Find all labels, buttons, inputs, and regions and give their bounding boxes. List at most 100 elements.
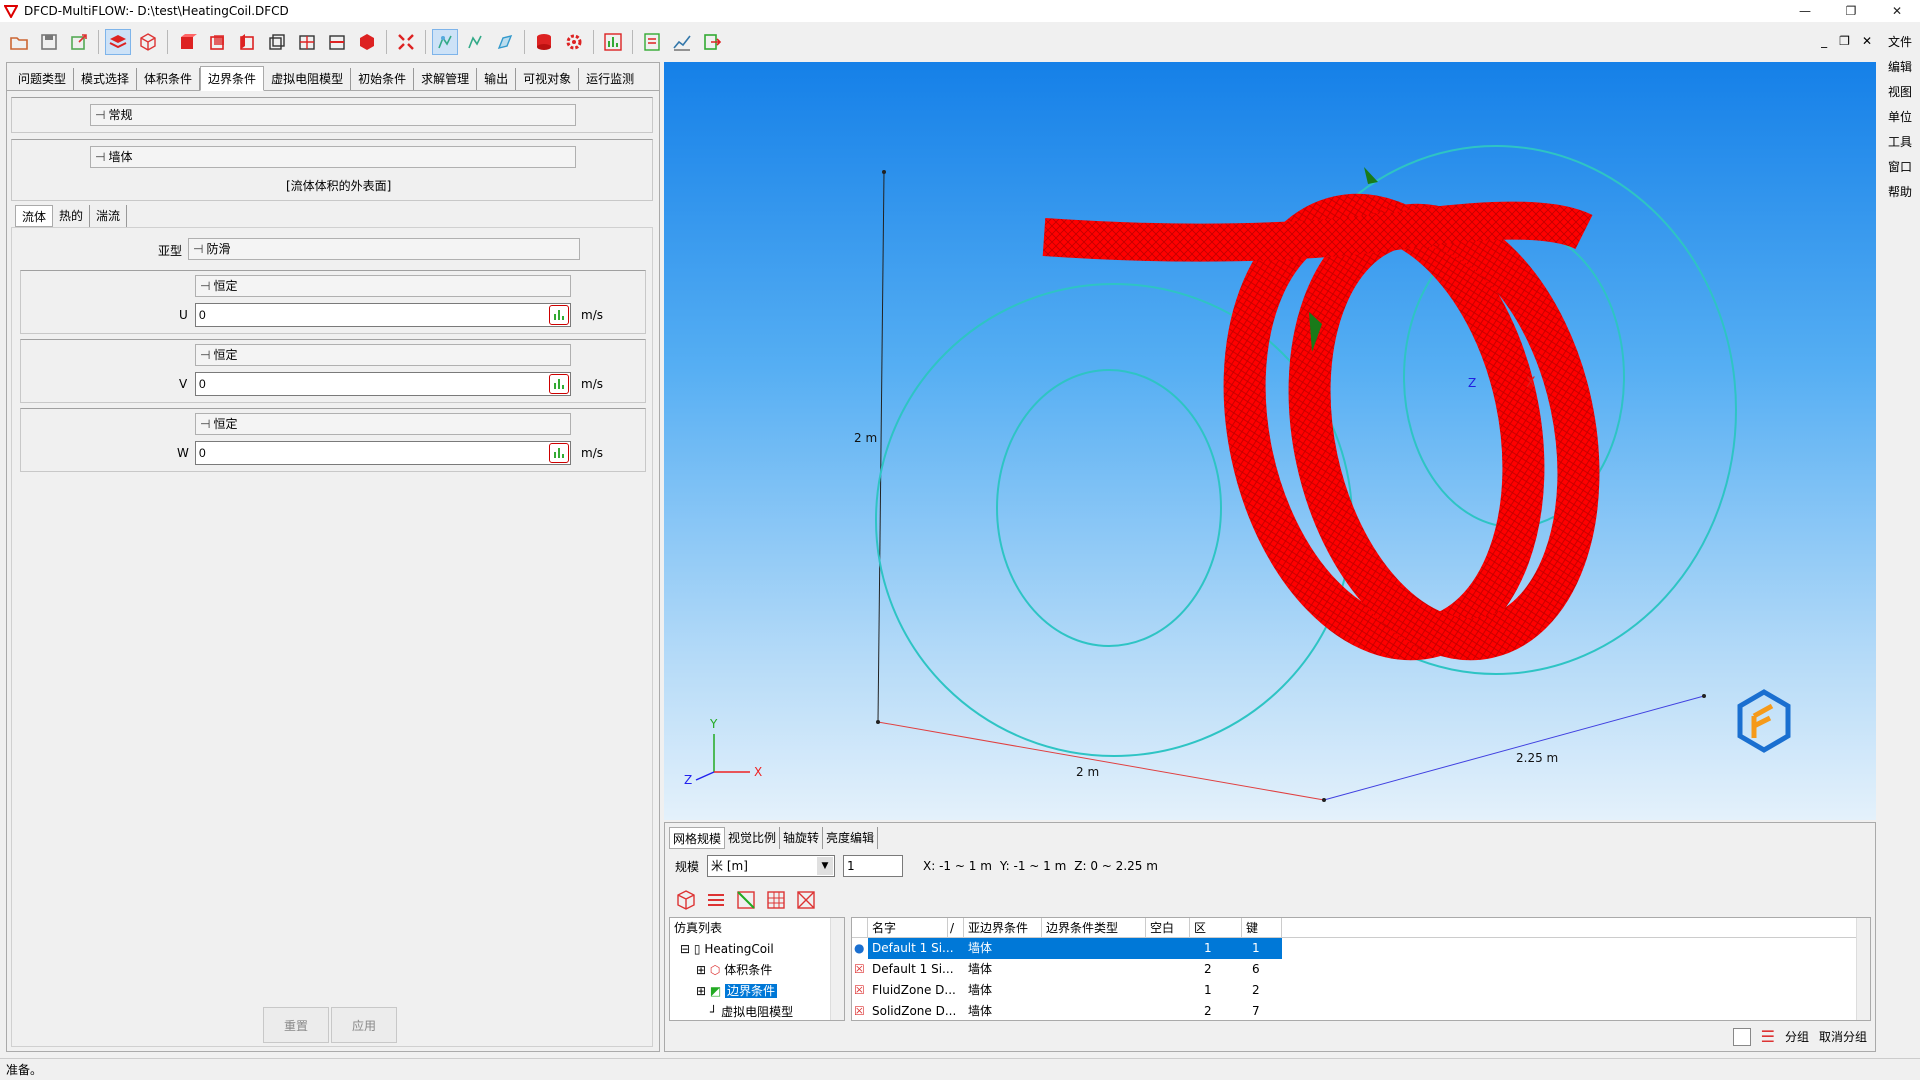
open-icon[interactable] [6,29,32,55]
tab-boundary-conditions[interactable]: 边界条件 [200,66,265,91]
tab-run-monitor[interactable]: 运行监测 [579,68,641,90]
reset-button[interactable]: 重置 [263,1007,329,1043]
subtype-label: 亚型 [158,244,183,258]
tab-visual-objects[interactable]: 可视对象 [516,68,580,90]
restore-button[interactable]: ❐ [1828,0,1874,22]
table-row[interactable]: ● Default 1 Si... 墙体 1 1 [852,938,1870,959]
sub-tab-bar: 流体 热的 湍流 [15,205,128,227]
database-icon[interactable] [531,29,557,55]
minimize-button[interactable]: — [1782,0,1828,22]
scale-value-input[interactable]: 1 [843,855,904,877]
fit-view-icon[interactable] [393,29,419,55]
mdi-restore-button[interactable]: ❐ [1839,34,1850,48]
tab-virtual-resistance[interactable]: 虚拟电阻模型 [264,68,352,90]
3d-viewport[interactable]: 2 m 2 m 2.25 m X Z Y X Z [664,62,1876,820]
subtab-fluid[interactable]: 流体 [15,205,54,227]
tab-volume-conditions[interactable]: 体积条件 [137,68,201,90]
cube-grid-icon[interactable] [294,29,320,55]
col-blank[interactable]: 空白 [1146,918,1190,937]
subtab-thermal[interactable]: 热的 [53,205,91,227]
menu-tools[interactable]: 工具 [1888,130,1912,155]
tab-initial-conditions[interactable]: 初始条件 [351,68,415,90]
bbox-x-line [877,721,1325,801]
gear-icon[interactable] [561,29,587,55]
solid-cube-icon[interactable] [354,29,380,55]
cube-outline-icon[interactable] [135,29,161,55]
col-sub-boundary[interactable]: 亚边界条件 [964,918,1042,937]
menu-file[interactable]: 文件 [1888,30,1912,55]
tab-brightness[interactable]: 亮度编辑 [823,827,879,849]
tab-solver-management[interactable]: 求解管理 [414,68,478,90]
tree-item-volume[interactable]: ⊞ ⬡ 体积条件 [670,960,844,981]
group-button[interactable]: 分组 [1785,1028,1809,1045]
apply-button[interactable]: 应用 [331,1007,397,1043]
wall-combo[interactable]: ⊣ 墙体 [90,146,576,168]
general-combo[interactable]: ⊣ 常规 [90,104,576,126]
w-mode-combo[interactable]: ⊣ 恒定 [195,413,571,435]
table-row[interactable]: ☒ Default 1 Si... 墙体 2 6 [852,959,1870,980]
cube-side-icon[interactable] [234,29,260,55]
select-edge-icon[interactable] [462,29,488,55]
single-view-icon[interactable] [1732,1027,1751,1046]
menu-window[interactable]: 窗口 [1888,155,1912,180]
cube-wire-icon[interactable] [264,29,290,55]
u-mode-combo[interactable]: ⊣ 恒定 [195,275,571,297]
menu-units[interactable]: 单位 [1888,105,1912,130]
v-mode-combo[interactable]: ⊣ 恒定 [195,344,571,366]
red-cube-icon[interactable] [174,29,200,55]
col-name[interactable]: 名字 [868,918,948,937]
v-chart-icon[interactable] [549,374,569,394]
close-button[interactable]: ✕ [1874,0,1920,22]
boundary-icon: ◩ [709,984,722,998]
tab-axis-rotation[interactable]: 轴旋转 [780,827,824,849]
cross-box-icon[interactable] [795,889,817,911]
export-icon[interactable] [66,29,92,55]
subtype-combo[interactable]: ⊣ 防滑 [188,238,580,260]
col-boundary-type[interactable]: 边界条件类型 [1042,918,1146,937]
tab-grid-scale[interactable]: 网格规模 [669,827,726,849]
u-value-input[interactable] [195,303,571,327]
tab-mode-select[interactable]: 模式选择 [74,68,138,90]
ungroup-button[interactable]: 取消分组 [1819,1028,1867,1045]
menu-view[interactable]: 视图 [1888,80,1912,105]
table-row[interactable]: ☒ SolidZone D... 墙体 2 7 [852,1001,1870,1020]
layers-list-icon[interactable] [705,889,727,911]
select-face-icon[interactable] [492,29,518,55]
boundary-icon[interactable] [735,889,757,911]
line-chart-icon[interactable] [669,29,695,55]
exit-icon[interactable] [699,29,725,55]
table-row[interactable]: ☒ FluidZone D... 墙体 1 2 [852,980,1870,1001]
tree-item-resistance[interactable]: ┘ 虚拟电阻模型 [670,1002,844,1020]
scale-unit-select[interactable]: 米 [m] ▼ [707,855,836,877]
save-icon[interactable] [36,29,62,55]
grid-icon[interactable] [765,889,787,911]
select-point-icon[interactable] [432,29,458,55]
v-value-input[interactable] [195,372,571,396]
tree-item-heatingcoil[interactable]: ⊟ ▯ HeatingCoil [670,939,844,960]
tab-problem-type[interactable]: 问题类型 [11,68,75,90]
mdi-close-button[interactable]: ✕ [1862,34,1872,48]
list-view-icon[interactable]: ☰ [1761,1027,1775,1046]
report-icon[interactable] [639,29,665,55]
table-scrollbar[interactable] [1856,918,1870,1020]
chart-icon[interactable] [600,29,626,55]
cube-face-icon[interactable] [204,29,230,55]
menu-help[interactable]: 帮助 [1888,180,1912,205]
subtab-turbulence[interactable]: 湍流 [90,205,128,227]
tab-output[interactable]: 输出 [477,68,517,90]
tree-scrollbar[interactable] [830,918,844,1020]
menu-edit[interactable]: 编辑 [1888,55,1912,80]
u-chart-icon[interactable] [549,305,569,325]
col-key[interactable]: 键 [1242,918,1282,937]
dim-z: 2.25 m [1516,751,1558,765]
w-value-input[interactable] [195,441,571,465]
volume-cube-icon[interactable] [675,889,697,911]
mdi-minimize-button[interactable]: _ [1821,34,1827,48]
w-chart-icon[interactable] [549,443,569,463]
tree-item-boundary[interactable]: ⊞ ◩ 边界条件 [670,981,844,1002]
w-label: W [177,446,189,460]
tab-visual-ratio[interactable]: 视觉比例 [725,827,781,849]
cube-back-icon[interactable] [324,29,350,55]
col-zone[interactable]: 区 [1190,918,1242,937]
layers-icon[interactable] [105,29,131,55]
